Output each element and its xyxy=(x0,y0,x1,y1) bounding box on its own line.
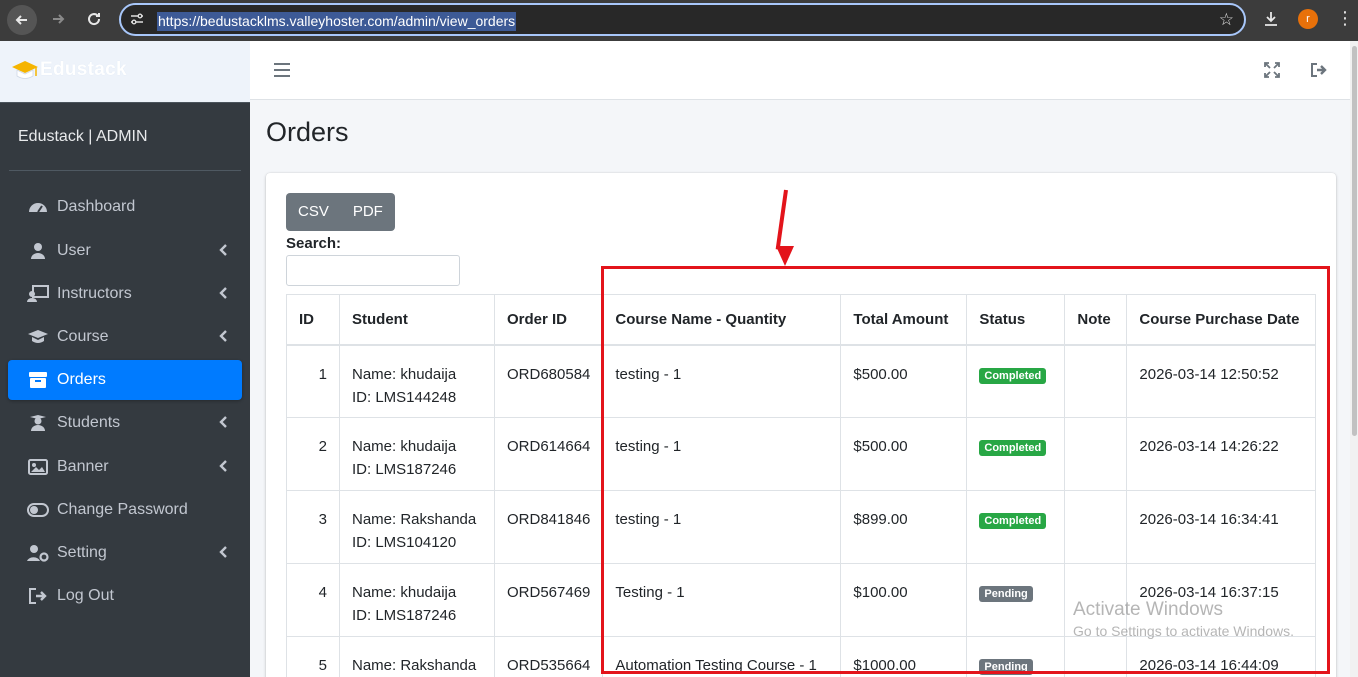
image-icon xyxy=(27,457,49,477)
chevron-left-icon xyxy=(218,243,228,257)
page-title: Orders xyxy=(266,117,349,147)
sidebar: Edustack Edustack | ADMIN Dashboard User I… xyxy=(0,41,250,677)
order-number-cell: ORD567469 xyxy=(493,563,604,637)
export-buttons: CSV PDF xyxy=(286,193,395,231)
brand[interactable]: Edustack xyxy=(0,41,250,103)
sidebar-item-log-out[interactable]: Log Out xyxy=(8,576,242,616)
column-header-id[interactable]: ID xyxy=(286,294,340,346)
search-input[interactable] xyxy=(286,255,460,286)
order-number-cell: ORD535664 xyxy=(493,636,604,677)
bookmark-star-icon[interactable]: ☆ xyxy=(1219,10,1234,30)
watermark-title: Activate Windows xyxy=(1073,599,1223,620)
student-id: ID: LMS187246 xyxy=(352,607,457,624)
student-cell: Name: khudaija ID: LMS187246 xyxy=(339,563,495,637)
order-number-cell: ORD614664 xyxy=(493,417,604,491)
column-header-student[interactable]: Student xyxy=(339,294,495,346)
chevron-left-icon xyxy=(218,329,228,343)
url-text[interactable]: https://bedustacklms.valleyhoster.com/ad… xyxy=(157,12,517,31)
dashboard-icon xyxy=(27,197,49,217)
sidebar-item-label: Setting xyxy=(57,544,107,561)
order-id-cell: 2 xyxy=(286,417,340,491)
logout-icon[interactable] xyxy=(1310,62,1328,83)
student-cell: Name: Rakshanda xyxy=(339,636,495,677)
scrollbar-thumb[interactable] xyxy=(1352,46,1357,436)
graduation-logo-icon xyxy=(12,61,38,79)
site-settings-icon[interactable] xyxy=(129,11,145,30)
watermark-subtitle: Go to Settings to activate Windows. xyxy=(1073,623,1294,639)
student-name: Name: Rakshanda xyxy=(352,511,477,528)
chevron-left-icon xyxy=(218,459,228,473)
sidebar-item-instructors[interactable]: Instructors xyxy=(8,274,242,314)
windows-activation-watermark: Activate Windows Go to Settings to activ… xyxy=(1073,599,1294,639)
address-bar[interactable]: https://bedustacklms.valleyhoster.com/ad… xyxy=(119,3,1246,36)
order-id-cell: 5 xyxy=(286,636,340,677)
annotation-arrow-head xyxy=(776,246,794,266)
student-name: Name: khudaija xyxy=(352,365,457,383)
order-number-cell: ORD841846 xyxy=(493,490,604,564)
sidebar-item-students[interactable]: Students xyxy=(8,403,242,443)
student-name: Name: khudaija xyxy=(352,438,457,455)
reload-button[interactable] xyxy=(82,7,106,31)
search-label: Search: xyxy=(286,235,342,252)
sidebar-item-change-password[interactable]: Change Password xyxy=(8,490,242,530)
sidebar-item-user[interactable]: User xyxy=(8,231,242,271)
chevron-left-icon xyxy=(218,545,228,559)
instructor-icon xyxy=(27,284,49,304)
sidebar-item-label: Log Out xyxy=(57,587,114,604)
sidebar-item-label: Course xyxy=(57,328,109,345)
sidebar-item-banner[interactable]: Banner xyxy=(8,447,242,487)
sidebar-item-dashboard[interactable]: Dashboard xyxy=(8,187,242,227)
student-id: ID: LMS104120 xyxy=(352,534,457,551)
user-cog-icon xyxy=(27,543,49,563)
arrow-right-icon xyxy=(53,14,65,24)
student-name: Name: Rakshanda xyxy=(352,657,477,674)
toggle-icon xyxy=(27,500,49,520)
student-icon xyxy=(27,413,49,433)
sidebar-item-orders[interactable]: Orders xyxy=(8,360,242,400)
order-id-cell: 4 xyxy=(286,563,340,637)
top-navbar xyxy=(250,41,1358,100)
sidebar-item-label: Students xyxy=(57,414,121,431)
sidebar-item-label: Orders xyxy=(57,371,106,388)
hamburger-menu-icon[interactable] xyxy=(274,63,290,77)
order-id-cell: 1 xyxy=(286,344,340,418)
student-cell: Name: khudaija ID: LMS187246 xyxy=(339,417,495,491)
student-name: Name: khudaija xyxy=(352,584,457,601)
sidebar-item-label: Instructors xyxy=(57,285,132,302)
box-icon xyxy=(27,370,49,390)
chevron-left-icon xyxy=(218,415,228,429)
order-id-cell: 3 xyxy=(286,490,340,564)
sidebar-item-setting[interactable]: Setting xyxy=(8,533,242,573)
admin-label: Edustack | ADMIN xyxy=(18,128,148,145)
divider xyxy=(9,170,241,171)
sidebar-item-label: Dashboard xyxy=(57,198,136,215)
sidebar-item-label: User xyxy=(57,242,91,259)
sidebar-item-course[interactable]: Course xyxy=(8,317,242,357)
forward-button[interactable] xyxy=(46,7,70,31)
order-number-cell: ORD680584 xyxy=(493,344,604,418)
user-icon xyxy=(27,241,49,261)
browser-toolbar: https://bedustacklms.valleyhoster.com/ad… xyxy=(0,0,1358,41)
reload-icon xyxy=(88,13,101,26)
back-button[interactable] xyxy=(7,5,37,35)
profile-avatar[interactable]: r xyxy=(1298,9,1318,29)
more-menu-icon[interactable]: ⋮ xyxy=(1336,8,1354,28)
student-cell: Name: Rakshanda ID: LMS104120 xyxy=(339,490,495,564)
brand-name: Edustack xyxy=(40,59,127,80)
sidebar-item-label: Banner xyxy=(57,458,109,475)
csv-button[interactable]: CSV xyxy=(286,193,341,231)
chevron-left-icon xyxy=(218,286,228,300)
graduation-cap-icon xyxy=(27,327,49,347)
logout-icon xyxy=(27,586,49,606)
student-id: ID: LMS187246 xyxy=(352,461,457,478)
pdf-button[interactable]: PDF xyxy=(340,193,395,231)
column-header-order-id[interactable]: Order ID xyxy=(493,294,604,346)
arrow-left-icon xyxy=(15,15,27,25)
student-id: ID: LMS144248 xyxy=(352,388,457,406)
student-cell: Name: khudaija ID: LMS144248 xyxy=(339,344,495,418)
download-icon[interactable] xyxy=(1261,9,1281,34)
sidebar-item-label: Change Password xyxy=(57,501,188,518)
fullscreen-icon[interactable] xyxy=(1264,62,1280,83)
